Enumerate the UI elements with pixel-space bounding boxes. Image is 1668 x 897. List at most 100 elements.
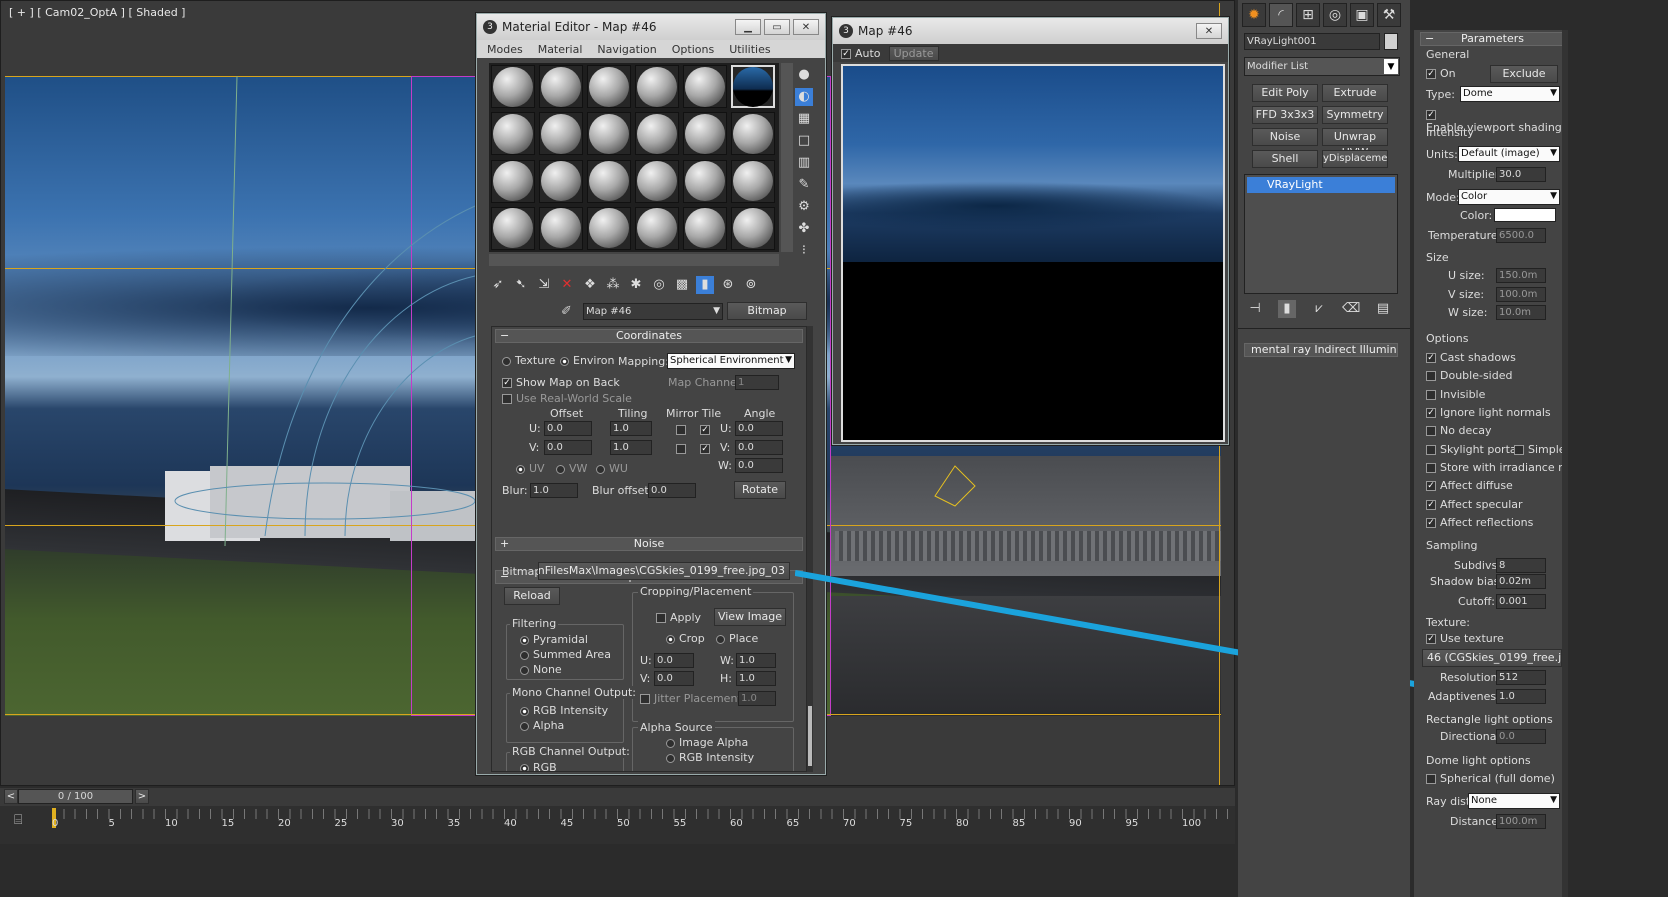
exclude-button[interactable]: Exclude [1490, 65, 1558, 83]
motion-tab-icon[interactable]: ◎ [1323, 3, 1347, 27]
mapping-dropdown[interactable]: Spherical Environment ▼ [667, 353, 795, 369]
copy-material-icon[interactable]: ❖ [581, 276, 599, 294]
rollout-panel[interactable]: − Coordinates Texture Environ Mapping: Sp… [491, 326, 807, 772]
blur-field[interactable]: 1.0 [530, 483, 578, 498]
directional-field[interactable]: 0.0 [1496, 729, 1546, 744]
extrude-button[interactable]: Extrude [1322, 84, 1388, 102]
ffd-button[interactable]: FFD 3x3x3 [1252, 106, 1318, 124]
rollout-scrollbar[interactable] [807, 326, 813, 772]
menu-utilities[interactable]: Utilities [729, 43, 770, 56]
crop-v-field[interactable]: 0.0 [654, 671, 694, 686]
sample-slot[interactable] [683, 206, 727, 250]
blur-offset-field[interactable]: 0.0 [648, 483, 696, 498]
reset-icon[interactable]: ✕ [558, 276, 576, 294]
on-checkbox[interactable]: ✓ On [1426, 67, 1456, 80]
sample-slot[interactable] [539, 65, 583, 108]
sample-slot[interactable] [587, 206, 631, 250]
auto-checkbox[interactable]: ✓ Auto [841, 47, 881, 60]
crop-h-field[interactable]: 1.0 [736, 671, 776, 686]
sample-hscrollbar[interactable] [489, 254, 779, 266]
sample-slot[interactable] [491, 65, 535, 108]
parameters-header[interactable]: − Parameters [1420, 32, 1565, 46]
rotate-button[interactable]: Rotate [734, 481, 786, 499]
use-texture-checkbox[interactable]: ✓ Use texture [1426, 632, 1504, 645]
shadow-bias-field[interactable]: 0.02m [1496, 574, 1546, 589]
w-size-field[interactable]: 10.0m [1496, 305, 1546, 320]
stack-item-vraylight[interactable]: VRayLight [1247, 177, 1395, 193]
option-invisible[interactable]: Invisible [1426, 388, 1485, 401]
display-tab-icon[interactable]: ▣ [1350, 3, 1374, 27]
sample-slot[interactable] [539, 159, 583, 203]
wu-radio[interactable]: WU [596, 462, 628, 475]
background-icon[interactable]: ▦ [795, 110, 813, 128]
alpha-rgb-radio[interactable]: RGB Intensity [666, 751, 754, 764]
temperature-field[interactable]: 6500.0 [1496, 228, 1546, 243]
option-simple[interactable]: Simple [1514, 443, 1566, 456]
texture-map-button[interactable]: 46 (CGSkies_0199_free.jpg) [1422, 649, 1562, 667]
map-preview-window[interactable]: 3 Map #46 ✕ ✓ Auto Update [832, 17, 1229, 445]
option-affect-specular[interactable]: ✓ Affect specular [1426, 498, 1523, 511]
make-unique-icon[interactable]: ⩗ [1310, 300, 1328, 318]
crop-radio[interactable]: Crop [666, 632, 705, 645]
edit-poly-button[interactable]: Edit Poly [1252, 84, 1318, 102]
environ-radio[interactable]: Environ [560, 354, 614, 367]
option-double-sided[interactable]: Double-sided [1426, 369, 1512, 382]
resolution-field[interactable]: 512 [1496, 670, 1546, 685]
units-dropdown[interactable]: Default (image) ▼ [1458, 146, 1560, 162]
spherical-checkbox[interactable]: Spherical (full dome) [1426, 772, 1555, 785]
v-offset-field[interactable]: 0.0 [544, 440, 592, 455]
coordinates-rollout-header[interactable]: − Coordinates [495, 329, 803, 343]
menu-material[interactable]: Material [538, 43, 583, 56]
option-affect-reflections[interactable]: ✓ Affect reflections [1426, 516, 1533, 529]
key-filter-icon[interactable]: ⌸ [14, 812, 32, 830]
sample-slot[interactable] [491, 159, 535, 203]
close-button[interactable]: ✕ [793, 19, 819, 35]
mono-rgb-radio[interactable]: RGB Intensity [520, 704, 608, 717]
mode-dropdown[interactable]: Color ▼ [1458, 189, 1560, 205]
shell-button[interactable]: Shell [1252, 150, 1318, 168]
multiplier-field[interactable]: 30.0 [1496, 167, 1546, 182]
u-offset-field[interactable]: 0.0 [544, 421, 592, 436]
sample-slot[interactable] [587, 159, 631, 203]
u-tiling-field[interactable]: 1.0 [610, 421, 652, 436]
sample-slot[interactable] [539, 206, 583, 250]
sample-slot[interactable] [731, 159, 775, 203]
u-size-field[interactable]: 150.0m [1496, 268, 1546, 283]
parameters-scrollbar[interactable] [1562, 30, 1568, 897]
summed-area-radio[interactable]: Summed Area [520, 648, 611, 661]
map-name-field[interactable]: Map #46 ▼ [583, 303, 723, 320]
object-color-swatch[interactable] [1384, 33, 1398, 50]
cutoff-field[interactable]: 0.001 [1496, 594, 1546, 609]
u-tile-checkbox[interactable]: ✓ [700, 423, 714, 436]
distance-field[interactable]: 100.0m [1496, 814, 1546, 829]
ray-dist-dropdown[interactable]: None ▼ [1468, 793, 1560, 809]
filter-none-radio[interactable]: None [520, 663, 562, 676]
update-button[interactable]: Update [888, 45, 939, 61]
show-map-on-back-checkbox[interactable]: ✓ Show Map on Back [502, 376, 620, 389]
v-mirror-checkbox[interactable] [676, 442, 690, 455]
modifier-list-dropdown[interactable]: Modifier List ▼ [1244, 57, 1400, 76]
material-id-icon[interactable]: ◎ [650, 276, 668, 294]
sample-slot[interactable] [683, 112, 727, 156]
reload-button[interactable]: Reload [504, 587, 560, 605]
uv-radio[interactable]: UV [516, 462, 545, 475]
view-image-button[interactable]: View Image [714, 608, 786, 626]
type-dropdown[interactable]: Dome ▼ [1460, 86, 1560, 102]
sample-slot[interactable] [587, 65, 631, 108]
object-name-field[interactable]: VRayLight001 [1244, 33, 1380, 50]
map-channel-field[interactable]: 1 [735, 375, 779, 390]
pyramidal-radio[interactable]: Pyramidal [520, 633, 588, 646]
crop-u-field[interactable]: 0.0 [654, 653, 694, 668]
menu-modes[interactable]: Modes [487, 43, 523, 56]
put-material-icon[interactable]: ➷ [512, 276, 530, 294]
sample-slot[interactable] [491, 206, 535, 250]
modify-tab-icon[interactable]: ◜ [1269, 3, 1293, 27]
scrollbar-thumb[interactable] [808, 706, 812, 766]
sample-slot[interactable] [587, 112, 631, 156]
v-tile-checkbox[interactable]: ✓ [700, 442, 714, 455]
eyedropper-icon[interactable]: ✐ [561, 304, 572, 319]
prev-frame-button[interactable]: < [4, 789, 18, 804]
put-library-icon[interactable]: ✱ [627, 276, 645, 294]
sample-slot[interactable] [491, 112, 535, 156]
utilities-tab-icon[interactable]: ⚒ [1377, 3, 1401, 27]
